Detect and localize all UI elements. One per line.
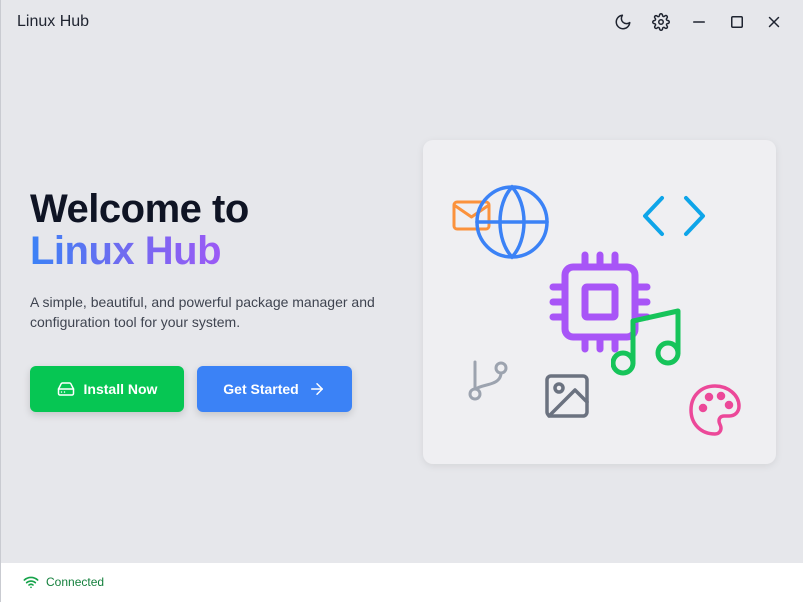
maximize-icon <box>731 16 743 28</box>
get-started-button[interactable]: Get Started <box>197 366 352 412</box>
hero-title-line2: Linux Hub <box>30 230 249 272</box>
hero-title-line1: Welcome to <box>30 187 249 231</box>
illustration-card <box>423 140 776 464</box>
connection-status: Connected <box>46 575 105 589</box>
gear-icon <box>652 13 670 31</box>
install-now-button[interactable]: Install Now <box>30 366 184 412</box>
app-window: Linux Hub Welcome to Linux Hub A simple,… <box>0 0 803 602</box>
music-icon <box>611 308 681 376</box>
minimize-icon <box>693 21 705 23</box>
app-title: Linux Hub <box>17 13 90 30</box>
moon-icon <box>615 14 631 30</box>
theme-toggle-button[interactable] <box>611 10 635 34</box>
palette-icon <box>689 384 741 436</box>
settings-button[interactable] <box>649 10 673 34</box>
install-now-label: Install Now <box>83 381 158 397</box>
maximize-button[interactable] <box>725 10 749 34</box>
globe-icon <box>475 184 549 260</box>
close-icon <box>768 16 780 28</box>
git-branch-icon <box>468 360 508 401</box>
wifi-icon <box>23 576 39 589</box>
image-icon <box>545 374 589 418</box>
code-icon <box>643 196 705 236</box>
close-button[interactable] <box>762 10 786 34</box>
status-bar: Connected <box>1 563 803 602</box>
title-bar: Linux Hub <box>1 0 803 44</box>
hard-drive-icon <box>57 382 74 396</box>
get-started-label: Get Started <box>223 381 299 397</box>
arrow-right-icon <box>310 383 323 395</box>
hero-title: Welcome to Linux Hub <box>30 188 249 272</box>
minimize-button[interactable] <box>687 10 711 34</box>
hero-subtitle: A simple, beautiful, and powerful packag… <box>30 294 375 330</box>
